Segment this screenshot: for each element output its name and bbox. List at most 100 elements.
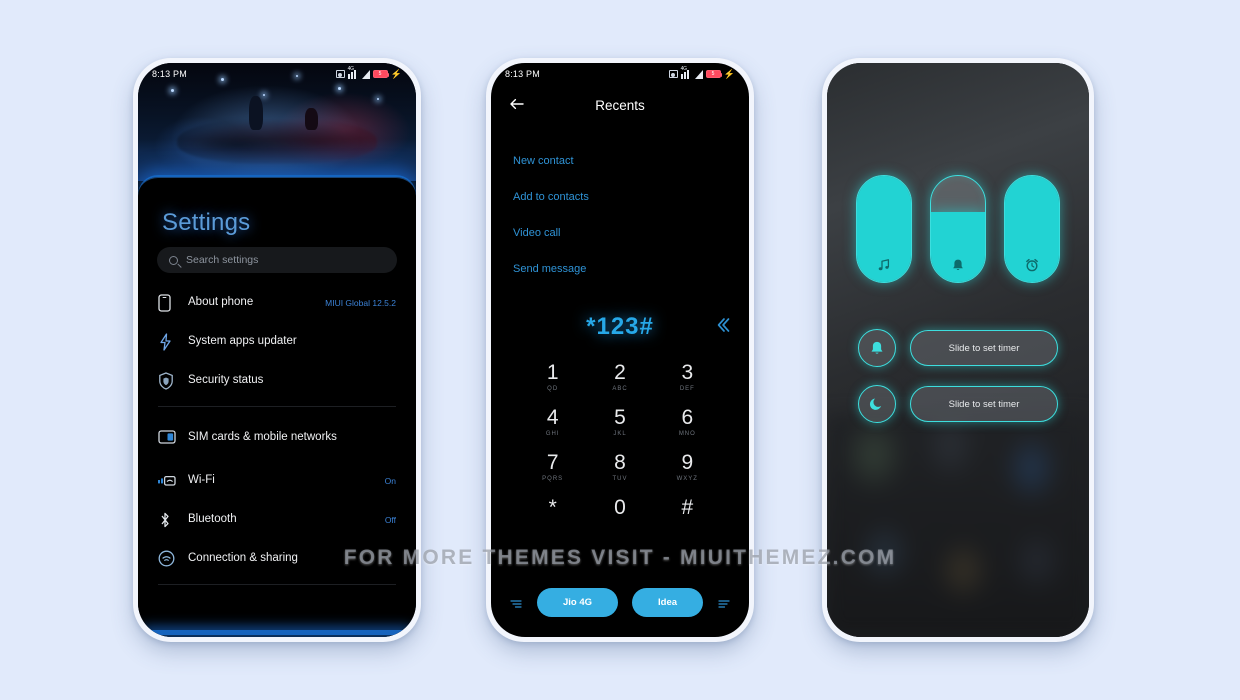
key-star[interactable]: * xyxy=(519,488,586,527)
key-digit: 0 xyxy=(614,496,626,519)
page-title: Recents xyxy=(595,97,645,113)
setting-value: Off xyxy=(384,514,396,525)
signal-bars-icon: 4G xyxy=(347,66,359,79)
key-5[interactable]: 5 JKL xyxy=(586,398,653,443)
volume-timer-screen: Slide to set timer Slide to set timer xyxy=(827,63,1089,637)
key-3[interactable]: 3 DEF xyxy=(654,353,721,398)
call-sim2-button[interactable]: Idea xyxy=(632,588,704,617)
signal-triangle-icon xyxy=(361,69,370,79)
key-sub: QD xyxy=(547,386,559,392)
charging-bolt-icon: ⚡ xyxy=(723,68,735,79)
key-sub: DEF xyxy=(679,386,695,392)
dialpad: 1 QD 2 ABC 3 DEF 4 GHI 5 JKL 6 MNO 7 PQRS 8 TUV … xyxy=(491,349,749,527)
key-hash[interactable]: # xyxy=(654,488,721,527)
arrow-left-icon[interactable] xyxy=(507,94,527,114)
search-icon xyxy=(169,255,178,265)
status-bar: 8:13 PM 4G 5 ⚡ xyxy=(491,63,749,85)
key-sub: WXYZ xyxy=(676,476,698,482)
key-6[interactable]: 6 MNO xyxy=(654,398,721,443)
volume-slider-ring[interactable] xyxy=(930,175,986,283)
dialpad-row: * 0 # xyxy=(519,488,721,527)
dialer-actions: New contact Add to contacts Video call S… xyxy=(491,125,749,287)
dialer-screen: 8:13 PM 4G 5 ⚡ Recents New contact Add t… xyxy=(491,63,749,637)
phone-dialer: 8:13 PM 4G 5 ⚡ Recents New contact Add t… xyxy=(486,58,754,642)
sidebar-item-security-status[interactable]: Security status xyxy=(138,361,416,400)
key-7[interactable]: 7 PQRS xyxy=(519,443,586,488)
bell-icon xyxy=(931,258,985,272)
moon-icon[interactable] xyxy=(858,385,896,423)
dialer-header: Recents xyxy=(491,85,749,125)
volume-slider-alarm[interactable] xyxy=(1004,175,1060,283)
sim-card-icon xyxy=(158,429,188,445)
status-bar: 8:13 PM 4G 5 ⚡ xyxy=(138,63,416,85)
timer-row-dnd: Slide to set timer xyxy=(827,385,1089,423)
setting-label: About phone xyxy=(188,296,254,309)
key-sub: GHI xyxy=(545,431,560,437)
key-digit: 5 xyxy=(614,406,626,429)
setting-value: MIUI Global 12.5.2 xyxy=(325,297,396,308)
setting-label: Security status xyxy=(188,374,264,387)
status-time: 8:13 PM xyxy=(505,69,540,79)
bell-icon[interactable] xyxy=(858,329,896,367)
setting-label: Bluetooth xyxy=(188,513,237,526)
key-2[interactable]: 2 ABC xyxy=(586,353,653,398)
sim-call-bar: Jio 4G Idea xyxy=(491,588,749,617)
dialpad-row: 4 GHI 5 JKL 6 MNO xyxy=(519,398,721,443)
slide-to-set-timer-ring[interactable]: Slide to set timer xyxy=(910,330,1058,366)
dialed-number: *123# xyxy=(586,313,654,340)
sidebar-item-sim-cards[interactable]: SIM cards & mobile networks xyxy=(138,413,416,461)
setting-label: System apps updater xyxy=(188,335,297,348)
key-digit: 4 xyxy=(546,406,559,429)
timer-row-ring: Slide to set timer xyxy=(827,329,1089,367)
key-8[interactable]: 8 TUV xyxy=(586,443,653,488)
alarm-clock-icon xyxy=(1005,258,1059,272)
search-input[interactable]: Search settings xyxy=(157,247,397,273)
key-digit: 8 xyxy=(614,451,626,474)
phone-icon xyxy=(158,293,188,312)
slide-to-set-timer-dnd[interactable]: Slide to set timer xyxy=(910,386,1058,422)
screenshot-icon xyxy=(335,70,345,78)
bluetooth-icon xyxy=(158,511,188,529)
sidebar-item-system-apps-updater[interactable]: System apps updater xyxy=(138,322,416,361)
backspace-chevron-icon[interactable] xyxy=(711,314,731,341)
search-placeholder: Search settings xyxy=(186,254,259,266)
setting-label: Wi-Fi xyxy=(188,474,215,487)
action-new-contact[interactable]: New contact xyxy=(513,143,727,179)
key-9[interactable]: 9 WXYZ xyxy=(654,443,721,488)
music-note-icon xyxy=(857,258,911,272)
key-sub: PQRS xyxy=(542,476,564,482)
battery-icon: 5 xyxy=(705,70,723,78)
key-digit: 9 xyxy=(681,451,694,474)
sidebar-item-connection-sharing[interactable]: Connection & sharing xyxy=(138,539,416,578)
setting-label: Connection & sharing xyxy=(188,552,298,565)
key-digit: 6 xyxy=(681,406,694,429)
call-sim1-button[interactable]: Jio 4G xyxy=(536,588,619,617)
settings-card: Settings Search settings About phone MIU… xyxy=(138,175,416,637)
setting-value: On xyxy=(384,475,396,486)
dialpad-row: 7 PQRS 8 TUV 9 WXYZ xyxy=(519,443,721,488)
signal-bars-icon: 4G xyxy=(680,66,692,79)
key-0[interactable]: 0 xyxy=(586,488,653,527)
action-video-call[interactable]: Video call xyxy=(513,215,727,251)
settings-list: About phone MIUI Global 12.5.2 System ap… xyxy=(138,283,416,591)
sidebar-item-about-phone[interactable]: About phone MIUI Global 12.5.2 xyxy=(138,283,416,322)
key-sub: JKL xyxy=(613,431,627,437)
status-time: 8:13 PM xyxy=(152,69,187,79)
sidebar-item-bluetooth[interactable]: Bluetooth Off xyxy=(138,500,416,539)
key-digit: 7 xyxy=(546,451,559,474)
key-4[interactable]: 4 GHI xyxy=(519,398,586,443)
action-add-to-contacts[interactable]: Add to contacts xyxy=(513,179,727,215)
wifi-icon xyxy=(158,475,188,487)
settings-screen: 8:13 PM 4G 5 ⚡ Settings Search settings xyxy=(138,63,416,637)
action-send-message[interactable]: Send message xyxy=(513,251,727,287)
signal-wave-left-icon xyxy=(509,597,523,609)
key-1[interactable]: 1 QD xyxy=(519,353,586,398)
key-digit: 2 xyxy=(614,361,626,384)
volume-slider-media[interactable] xyxy=(856,175,912,283)
key-sub: ABC xyxy=(612,386,628,392)
phone-settings: 8:13 PM 4G 5 ⚡ Settings Search settings xyxy=(133,58,421,642)
sidebar-item-wifi[interactable]: Wi-Fi On xyxy=(138,461,416,500)
signal-wave-right-icon xyxy=(717,597,731,609)
phone-volume-panel: Slide to set timer Slide to set timer xyxy=(822,58,1094,642)
signal-triangle-icon xyxy=(694,69,703,79)
